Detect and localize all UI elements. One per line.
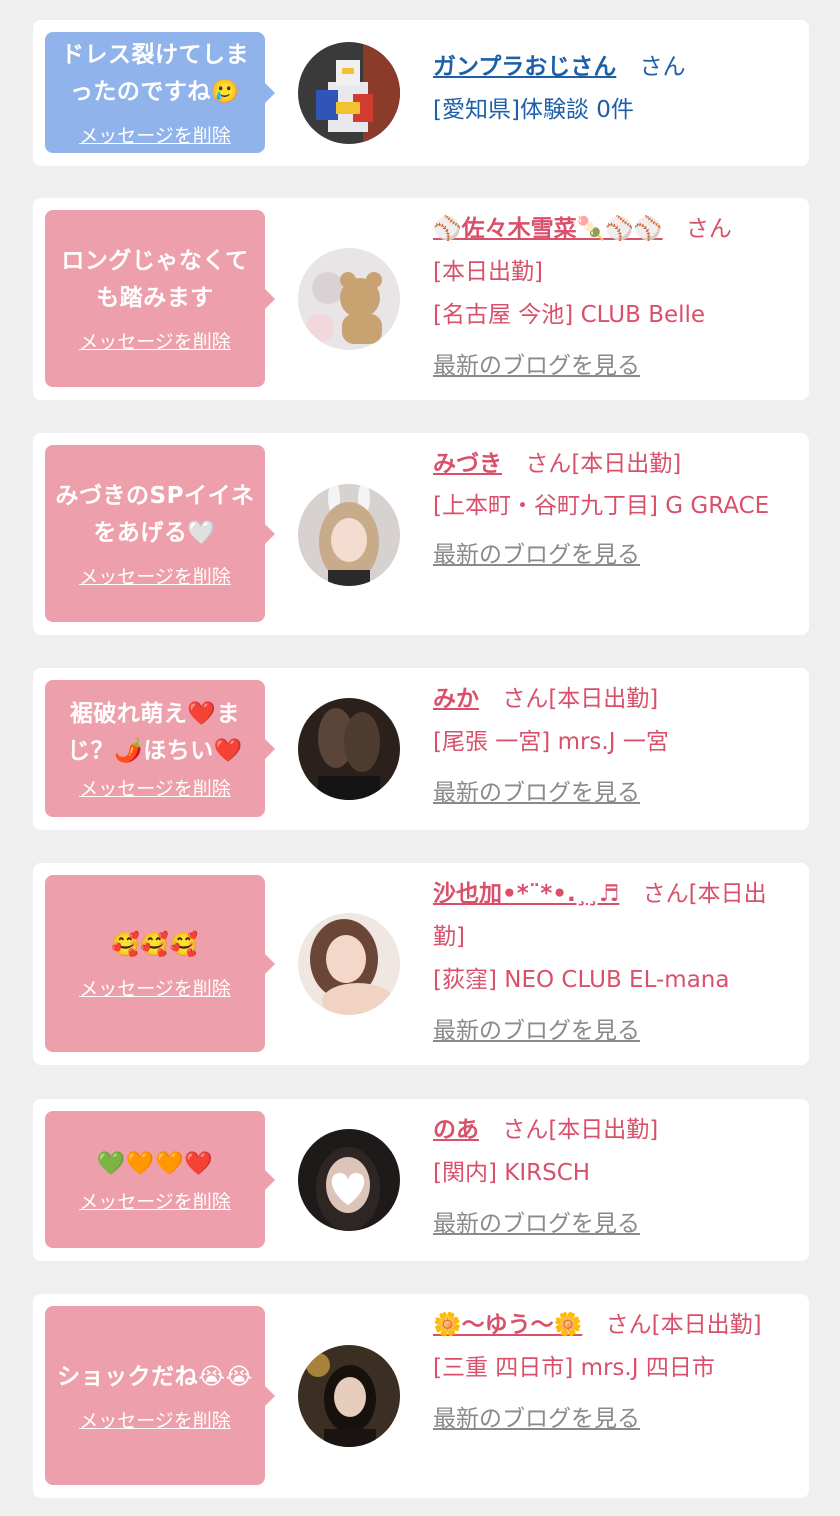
sender-name-link[interactable]: 🌼〜ゆう〜🌼: [433, 1312, 582, 1338]
sender-info: のあ さん[本日出勤] [関内] KIRSCH 最新のブログを見る: [433, 1109, 787, 1246]
delete-message-link[interactable]: メッセージを削除: [79, 562, 231, 589]
message-card: ドレス裂けてしまったのですね🥲 メッセージを削除 ガンプラおじさん さん [愛知…: [33, 20, 809, 166]
dark-portrait-photo: [298, 1345, 400, 1447]
message-text: 裾破れ萌え❤️まじ？🌶️ほちい❤️: [67, 701, 243, 764]
avatar[interactable]: [298, 913, 400, 1015]
message-text: みづきのSPイイネをあげる🤍: [55, 483, 255, 546]
sender-detail: [荻窪] NEO CLUB EL-mana: [433, 967, 730, 993]
sender-detail: [三重 四日市] mrs.J 四日市: [433, 1355, 715, 1381]
message-bubble: 裾破れ萌え❤️まじ？🌶️ほちい❤️ メッセージを削除: [45, 680, 275, 817]
sender-info: ⚾佐々木雪菜🍡⚾⚾ さん [本日出勤] [名古屋 今池] CLUB Belle …: [433, 208, 787, 388]
sender-name-link[interactable]: ガンプラおじさん: [433, 54, 616, 80]
avatar[interactable]: [298, 698, 400, 800]
sender-name-link[interactable]: ⚾佐々木雪菜🍡⚾⚾: [433, 216, 663, 242]
honorific: さん[本日出勤]: [605, 1312, 762, 1338]
gundam-figure-photo: [298, 42, 400, 144]
message-bubble: 💚🧡🧡❤️ メッセージを削除: [45, 1111, 275, 1248]
message-card: みづきのSPイイネをあげる🤍 メッセージを削除 みづき さん[本日出勤] [上本…: [33, 433, 809, 635]
delete-message-link[interactable]: メッセージを削除: [79, 121, 231, 148]
message-card: ショックだね😭😭 メッセージを削除 🌼〜ゆう〜🌼 さん[本日出勤] [三重 四日…: [33, 1294, 809, 1498]
delete-message-link[interactable]: メッセージを削除: [79, 774, 231, 801]
delete-message-link[interactable]: メッセージを削除: [79, 327, 231, 354]
avatar[interactable]: [298, 484, 400, 586]
sender-info: みか さん[本日出勤] [尾張 一宮] mrs.J 一宮 最新のブログを見る: [433, 678, 787, 815]
message-bubble: 🥰🥰🥰 メッセージを削除: [45, 875, 275, 1052]
delete-message-link[interactable]: メッセージを削除: [79, 1187, 231, 1214]
message-card: 裾破れ萌え❤️まじ？🌶️ほちい❤️ メッセージを削除 みか さん[本日出勤] […: [33, 668, 809, 830]
sender-detail: [関内] KIRSCH: [433, 1160, 591, 1186]
sender-detail: [尾張 一宮] mrs.J 一宮: [433, 729, 669, 755]
honorific: さん: [639, 54, 686, 80]
legs-photo: [298, 698, 400, 800]
honorific: さん[本日出勤]: [525, 451, 682, 477]
sender-name-link[interactable]: のあ: [433, 1117, 479, 1143]
delete-message-link[interactable]: メッセージを削除: [79, 1406, 231, 1433]
avatar[interactable]: [298, 42, 400, 144]
avatar[interactable]: [298, 1129, 400, 1231]
sender-info: みづき さん[本日出勤] [上本町・谷町九丁目] G GRACE 最新のブログを…: [433, 443, 787, 577]
sender-name-link[interactable]: みか: [433, 686, 479, 712]
view-blog-link[interactable]: 最新のブログを見る: [433, 345, 640, 388]
message-card: ロングじゃなくても踏みます メッセージを削除 ⚾佐々木雪菜🍡⚾⚾ さん [本日出…: [33, 198, 809, 400]
message-text: ロングじゃなくても踏みます: [61, 248, 249, 311]
view-blog-link[interactable]: 最新のブログを見る: [433, 1010, 640, 1053]
message-bubble: ショックだね😭😭 メッセージを削除: [45, 1306, 275, 1485]
bunny-ears-photo: [298, 484, 400, 586]
sender-detail: [上本町・谷町九丁目] G GRACE: [433, 493, 770, 519]
view-blog-link[interactable]: 最新のブログを見る: [433, 534, 640, 577]
message-text: ショックだね😭😭: [57, 1363, 253, 1390]
sender-info: 沙也加•*¨*•.¸¸♬ さん[本日出勤] [荻窪] NEO CLUB EL-m…: [433, 873, 787, 1053]
avatar[interactable]: [298, 248, 400, 350]
message-card: 💚🧡🧡❤️ メッセージを削除 のあ さん[本日出勤] [関内] KIRSCH 最…: [33, 1099, 809, 1261]
message-text: 💚🧡🧡❤️: [96, 1150, 214, 1177]
heart-covered-face-photo: [298, 1129, 400, 1231]
view-blog-link[interactable]: 最新のブログを見る: [433, 772, 640, 815]
sender-status: [本日出勤]: [433, 259, 543, 285]
message-text: 🥰🥰🥰: [111, 931, 199, 958]
view-blog-link[interactable]: 最新のブログを見る: [433, 1203, 640, 1246]
view-blog-link[interactable]: 最新のブログを見る: [433, 1398, 640, 1441]
message-text: ドレス裂けてしまったのですね🥲: [61, 42, 249, 105]
portrait-photo: [298, 913, 400, 1015]
sender-info: ガンプラおじさん さん [愛知県]体験談 0件: [433, 46, 787, 132]
honorific: さん: [685, 216, 732, 242]
teddy-bear-photo: [298, 248, 400, 350]
sender-detail: [愛知県]体験談 0件: [433, 97, 634, 123]
message-list: ドレス裂けてしまったのですね🥲 メッセージを削除 ガンプラおじさん さん [愛知…: [0, 0, 840, 1516]
avatar[interactable]: [298, 1345, 400, 1447]
message-bubble: みづきのSPイイネをあげる🤍 メッセージを削除: [45, 445, 275, 622]
honorific: さん[本日出勤]: [502, 686, 659, 712]
delete-message-link[interactable]: メッセージを削除: [79, 974, 231, 1001]
sender-name-link[interactable]: 沙也加•*¨*•.¸¸♬: [433, 881, 619, 907]
message-bubble: ドレス裂けてしまったのですね🥲 メッセージを削除: [45, 32, 275, 153]
sender-info: 🌼〜ゆう〜🌼 さん[本日出勤] [三重 四日市] mrs.J 四日市 最新のブロ…: [433, 1304, 787, 1441]
sender-name-link[interactable]: みづき: [433, 451, 502, 477]
message-card: 🥰🥰🥰 メッセージを削除 沙也加•*¨*•.¸¸♬ さん[本日出勤] [荻窪] …: [33, 863, 809, 1065]
honorific: さん[本日出勤]: [502, 1117, 659, 1143]
sender-detail: [名古屋 今池] CLUB Belle: [433, 302, 706, 328]
message-bubble: ロングじゃなくても踏みます メッセージを削除: [45, 210, 275, 387]
